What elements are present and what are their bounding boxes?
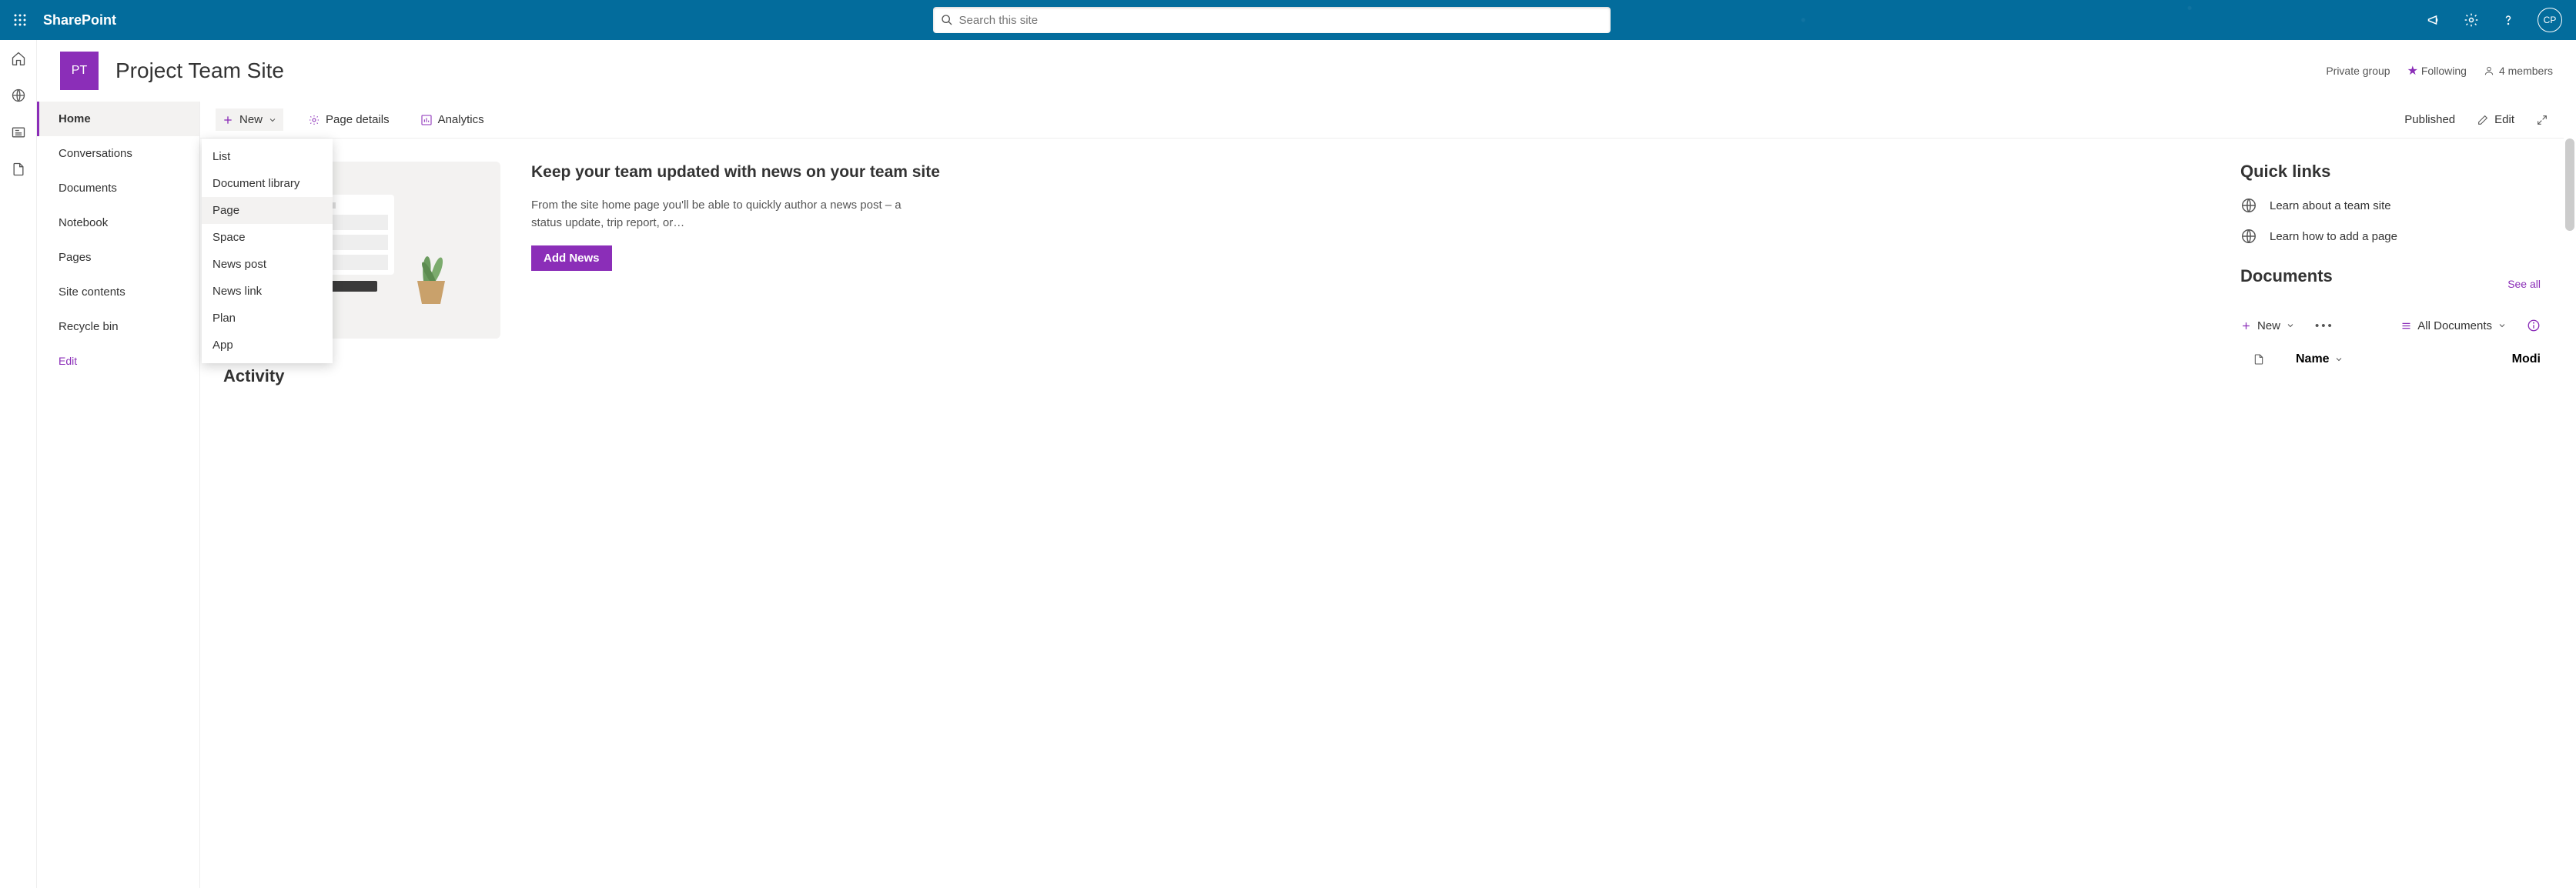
quicklink-add-page[interactable]: Learn how to add a page	[2240, 228, 2541, 245]
nav-item-pages[interactable]: Pages	[37, 240, 199, 275]
chevron-down-icon	[2286, 321, 2295, 330]
edit-page-button[interactable]: Edit	[2471, 108, 2521, 131]
scrollbar-thumb[interactable]	[2565, 139, 2574, 231]
content-area: Keep your team updated with news on your…	[200, 139, 2564, 888]
documents-header: Documents See all	[2240, 266, 2541, 302]
nav-item-notebook[interactable]: Notebook	[37, 205, 199, 240]
news-body: From the site home page you'll be able t…	[531, 197, 916, 232]
page-body: Home Conversations Documents Notebook Pa…	[37, 102, 2564, 888]
home-icon[interactable]	[11, 51, 26, 66]
globe-icon[interactable]	[11, 88, 26, 103]
new-menu-app[interactable]: App	[202, 332, 333, 359]
new-menu-document-library[interactable]: Document library	[202, 170, 333, 197]
new-menu-news-post[interactable]: News post	[202, 251, 333, 278]
plus-icon	[2240, 320, 2252, 332]
chevron-down-icon	[2334, 355, 2343, 364]
new-menu-list[interactable]: List	[202, 143, 333, 170]
globe-icon	[2240, 197, 2257, 214]
plus-icon	[222, 114, 234, 126]
site-meta: Private group ★ Following 4 members	[2326, 63, 2553, 78]
help-icon[interactable]	[2501, 12, 2516, 28]
analytics-button[interactable]: Analytics	[414, 108, 490, 131]
globe-icon	[2240, 228, 2257, 245]
expand-icon[interactable]	[2536, 114, 2548, 126]
new-menu-plan[interactable]: Plan	[202, 305, 333, 332]
star-icon: ★	[2407, 65, 2418, 78]
app-launcher-button[interactable]	[0, 0, 40, 40]
command-bar: New Page details Analytics Published Edi…	[200, 102, 2564, 139]
documents-table-header: Name Modi	[2240, 352, 2541, 366]
main-region: New Page details Analytics Published Edi…	[200, 102, 2564, 888]
new-menu-page[interactable]: Page	[202, 197, 333, 224]
privacy-label: Private group	[2326, 65, 2390, 77]
search-box[interactable]	[933, 7, 1611, 33]
quicklink-team-site[interactable]: Learn about a team site	[2240, 197, 2541, 214]
megaphone-icon[interactable]	[2427, 12, 2442, 28]
waffle-icon	[13, 13, 27, 27]
members-link[interactable]: 4 members	[2484, 65, 2553, 77]
chevron-down-icon	[2497, 321, 2507, 330]
main-column: Keep your team updated with news on your…	[223, 162, 2210, 865]
site-leftnav: Home Conversations Documents Notebook Pa…	[37, 102, 200, 888]
name-column-header[interactable]: Name	[2296, 352, 2343, 366]
person-icon	[2484, 65, 2494, 76]
file-type-col[interactable]	[2240, 353, 2296, 366]
documents-new-button[interactable]: New	[2240, 319, 2295, 332]
following-toggle[interactable]: ★ Following	[2407, 63, 2467, 78]
nav-item-home[interactable]: Home	[37, 102, 199, 136]
documents-overflow[interactable]: •••	[2315, 319, 2334, 332]
gear-small-icon	[308, 114, 320, 126]
new-button[interactable]: New	[216, 108, 283, 131]
gear-icon[interactable]	[2464, 12, 2479, 28]
info-icon[interactable]	[2527, 319, 2541, 332]
modified-column-header[interactable]: Modi	[2512, 352, 2541, 366]
suite-header: SharePoint CP	[0, 0, 2576, 40]
file-icon	[2253, 353, 2265, 366]
documents-command-bar: New ••• All Documents	[2240, 312, 2541, 339]
brand-label[interactable]: SharePoint	[43, 12, 116, 28]
news-heading: Keep your team updated with news on your…	[531, 162, 940, 183]
new-menu-space[interactable]: Space	[202, 224, 333, 251]
side-column: Quick links Learn about a team site Lear…	[2240, 162, 2541, 865]
nav-item-conversations[interactable]: Conversations	[37, 136, 199, 171]
pencil-icon	[2477, 114, 2489, 126]
new-menu-dropdown: List Document library Page Space News po…	[202, 139, 333, 363]
documents-heading: Documents	[2240, 266, 2333, 286]
documents-see-all[interactable]: See all	[2507, 278, 2541, 290]
file-rail-icon[interactable]	[11, 162, 26, 177]
nav-edit-link[interactable]: Edit	[37, 344, 199, 378]
chevron-down-icon	[268, 115, 277, 125]
page-details-button[interactable]: Page details	[302, 108, 396, 131]
news-text: Keep your team updated with news on your…	[531, 162, 940, 271]
suite-right-controls: CP	[2427, 8, 2576, 32]
activity-heading: Activity	[223, 366, 2210, 386]
nav-item-documents[interactable]: Documents	[37, 171, 199, 205]
documents-view-selector[interactable]: All Documents	[2400, 319, 2507, 332]
nav-item-recycle-bin[interactable]: Recycle bin	[37, 309, 199, 344]
site-title[interactable]: Project Team Site	[115, 58, 284, 83]
search-input[interactable]	[959, 14, 1603, 27]
site-logo[interactable]: PT	[60, 52, 99, 90]
app-rail	[0, 40, 37, 888]
add-news-button[interactable]: Add News	[531, 245, 612, 271]
search-icon	[941, 14, 953, 26]
news-webpart: Keep your team updated with news on your…	[223, 162, 2210, 339]
search-container	[933, 7, 1611, 33]
published-label: Published	[2404, 113, 2455, 126]
quicklinks-heading: Quick links	[2240, 162, 2541, 182]
new-menu-news-link[interactable]: News link	[202, 278, 333, 305]
user-avatar[interactable]: CP	[2538, 8, 2562, 32]
site-header: PT Project Team Site Private group ★ Fol…	[37, 40, 2576, 102]
analytics-icon	[420, 114, 433, 126]
news-rail-icon[interactable]	[11, 125, 26, 140]
nav-item-site-contents[interactable]: Site contents	[37, 275, 199, 309]
view-icon	[2400, 320, 2412, 332]
